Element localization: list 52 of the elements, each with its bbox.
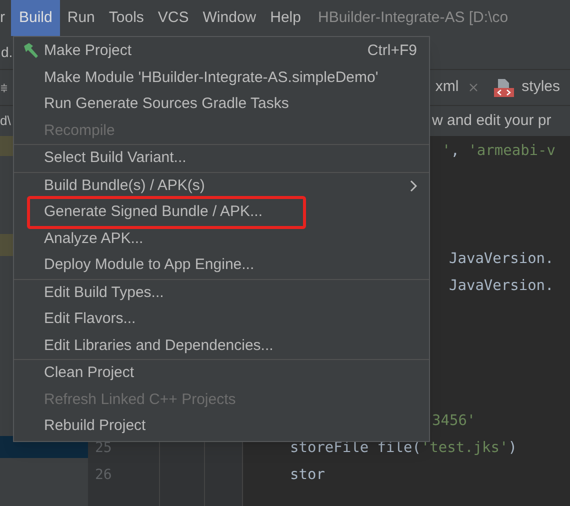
highlighted-row	[0, 136, 13, 156]
code-line: JavaVersion.	[449, 250, 554, 269]
menu-item-label: Analyze APK...	[44, 228, 144, 248]
menu-item-label: Make Module 'HBuilder-Integrate-AS.simpleDemo'	[44, 68, 378, 88]
menu-item-label: Generate Signed Bundle / APK...	[44, 202, 262, 222]
menu-bar-item[interactable]: Build	[11, 0, 60, 36]
code-line: ', 'armeabi-v	[442, 142, 556, 161]
tree-item-text: d\	[0, 112, 12, 130]
editor-tab[interactable]: xml	[435, 76, 488, 99]
menu-item[interactable]: Run Generate Sources Gradle Tasks	[14, 91, 429, 118]
menu-item[interactable]: Deploy Module to App Engine...	[14, 252, 429, 278]
menu-bar-item[interactable]: Run	[60, 0, 102, 36]
menu-item[interactable]: Edit Build Types...	[14, 280, 429, 306]
menu-bar-item[interactable]: Tools	[102, 0, 151, 36]
menu-item[interactable]: Analyze APK...	[14, 226, 429, 252]
menu-bar-item[interactable]: r	[0, 0, 11, 36]
close-icon[interactable]	[468, 83, 478, 92]
menu-item-label: Edit Flavors...	[44, 309, 136, 329]
menu-item-label: Rebuild Project	[44, 416, 146, 436]
menu-item[interactable]: Generate Signed Bundle / APK...	[27, 196, 306, 228]
menu-item-label: Clean Project	[44, 363, 134, 383]
tab-label: styles	[522, 77, 560, 98]
align-icon[interactable]	[1, 82, 8, 94]
highlighted-row	[0, 234, 13, 256]
menu-item[interactable]: Edit Flavors...	[14, 306, 429, 332]
window-title: HBuilder-Integrate-AS [D:\co	[318, 8, 508, 28]
menu-item[interactable]: Rebuild Project	[14, 413, 429, 440]
menu-item-label: Make Project	[44, 41, 132, 61]
menu-item-label: Edit Build Types...	[44, 282, 164, 302]
tab-label: xml	[435, 77, 459, 98]
menu-item-label: Select Build Variant...	[44, 148, 186, 168]
menu-item[interactable]: Edit Libraries and Dependencies...	[14, 332, 429, 359]
menu-bar-item[interactable]: VCS	[150, 0, 196, 36]
breadcrumb-text: d.	[0, 43, 13, 62]
menu-item[interactable]: Make Module 'HBuilder-Integrate-AS.simpleDemo'	[14, 64, 429, 91]
menu-item[interactable]: Build Bundle(s) / APK(s)	[14, 172, 429, 199]
shortcut-text: Ctrl+F9	[367, 41, 417, 61]
editor-tab[interactable]: styles	[494, 76, 570, 99]
menu-bar-item[interactable]: Window	[196, 0, 264, 36]
code-line: 3456'	[432, 412, 476, 431]
menu-item-label: Run Generate Sources Gradle Tasks	[44, 94, 289, 114]
notification-text: w and edit your pr	[432, 110, 552, 131]
file-code-icon	[494, 78, 514, 96]
menu-item[interactable]: Select Build Variant...	[14, 145, 429, 172]
code-line: JavaVersion.	[449, 276, 554, 296]
code-line: stor	[290, 466, 325, 485]
menu-item-label: Build Bundle(s) / APK(s)	[44, 176, 205, 196]
menu-bar-item[interactable]: Help	[263, 0, 308, 36]
menu-item-label: Deploy Module to App Engine...	[44, 255, 254, 275]
menu-item[interactable]: Clean Project	[14, 360, 429, 386]
menu-item-label: Edit Libraries and Dependencies...	[44, 336, 274, 356]
menu-item[interactable]: Make Project Ctrl+F9	[14, 38, 429, 64]
